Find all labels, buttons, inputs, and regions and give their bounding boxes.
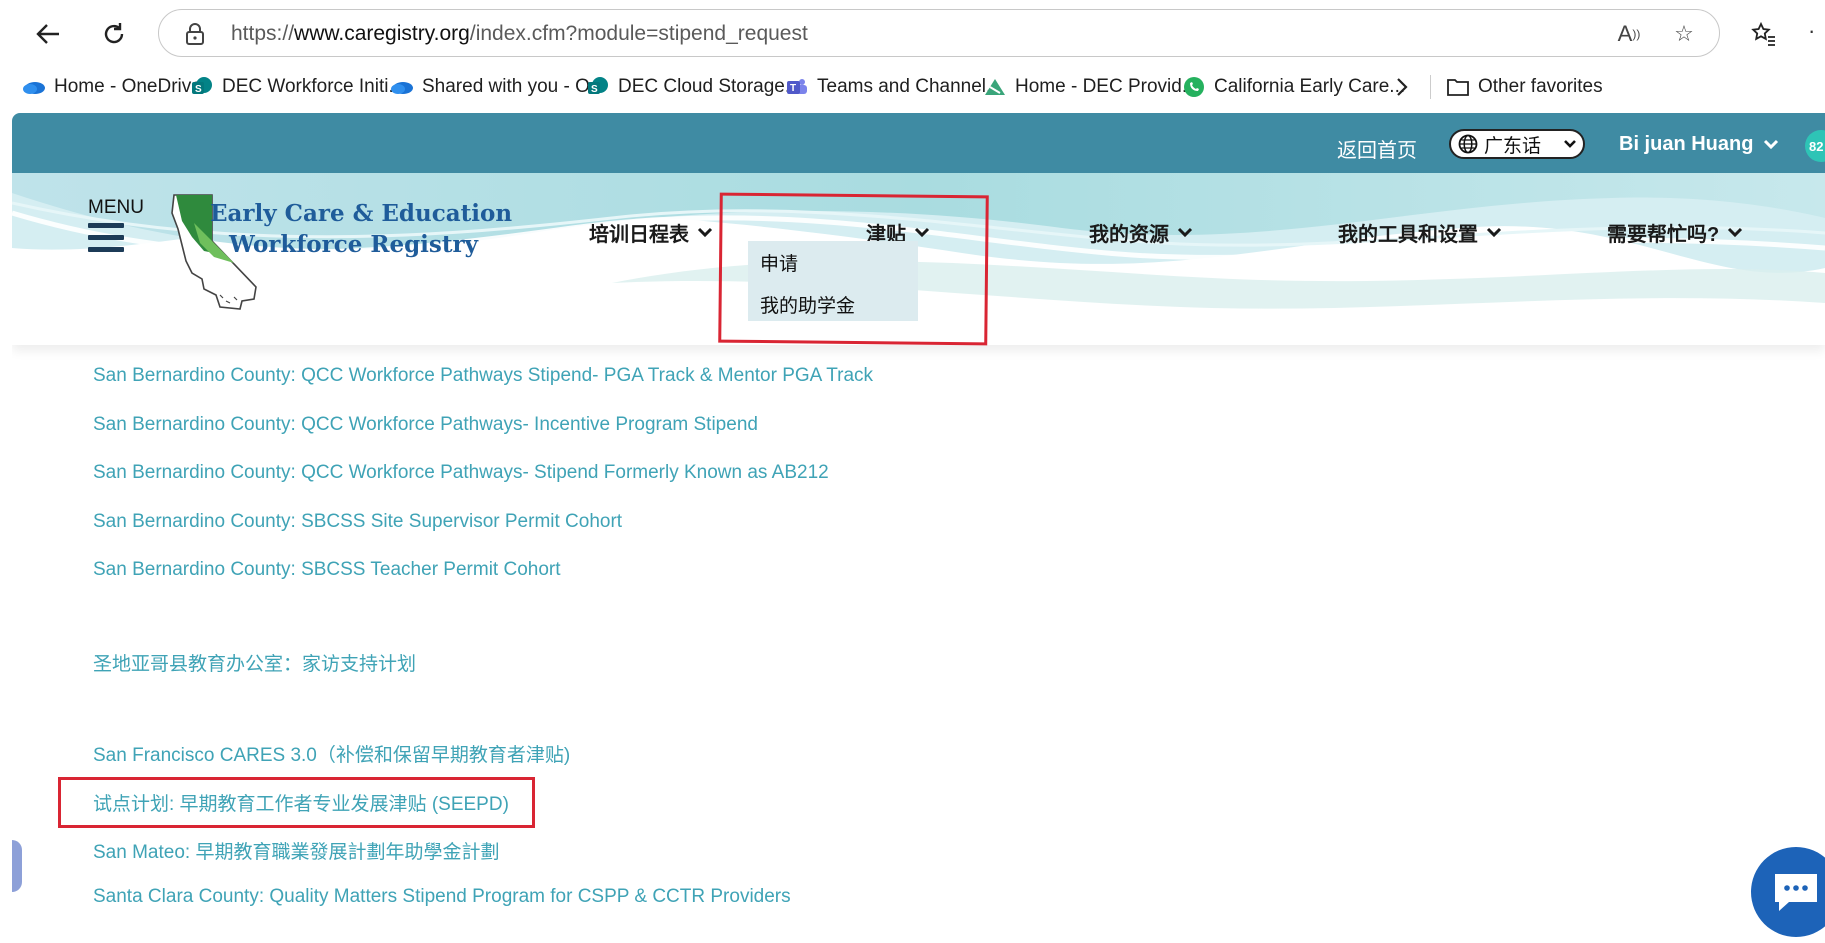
svg-text:S: S	[195, 84, 202, 95]
stipend-link[interactable]: San Bernardino County: SBCSS Site Superv…	[93, 511, 622, 533]
chevron-down-icon	[697, 227, 713, 238]
globe-icon	[1458, 134, 1478, 154]
lock-icon	[186, 23, 204, 45]
onedrive-icon	[390, 75, 414, 99]
bookmarks-divider	[1430, 75, 1431, 99]
stipend-link[interactable]: San Bernardino County: QCC Workforce Pat…	[93, 462, 829, 484]
nav-my-resources[interactable]: 我的资源	[1089, 218, 1193, 247]
website-viewport: 返回首页 广东话 Bi juan Huang 82 MENU Early Car…	[12, 113, 1825, 943]
side-tab[interactable]	[12, 840, 22, 892]
sharepoint-icon: S	[190, 75, 214, 99]
stipend-link[interactable]: 圣地亚哥县教育办公室：家访支持计划	[93, 649, 416, 676]
read-aloud-icon[interactable]: A))	[1614, 19, 1644, 49]
notification-badge[interactable]: 82	[1805, 130, 1825, 162]
bookmark-teams[interactable]: T Teams and Channel...	[785, 72, 1002, 102]
language-select[interactable]: 广东话	[1449, 129, 1585, 159]
stipend-link[interactable]: San Bernardino County: QCC Workforce Pat…	[93, 365, 873, 387]
teams-icon: T	[785, 75, 809, 99]
stipend-link[interactable]: San Francisco CARES 3.0（补偿和保留早期教育者津贴)	[93, 740, 570, 767]
svg-text:S: S	[591, 84, 598, 95]
stipend-link[interactable]: San Bernardino County: SBCSS Teacher Per…	[93, 559, 561, 581]
chat-icon	[1775, 874, 1817, 911]
dec-icon	[983, 75, 1007, 99]
favorites-icon[interactable]	[1743, 14, 1783, 54]
refresh-button[interactable]	[94, 14, 134, 54]
bookmarks-bar: Home - OneDrive S DEC Workforce Initi...…	[0, 66, 1825, 108]
stipend-link[interactable]: San Mateo: 早期教育職業發展計劃年助學金計劃	[93, 837, 499, 864]
nav-need-help[interactable]: 需要帮忙吗?	[1607, 218, 1743, 247]
nav-my-tools-settings[interactable]: 我的工具和设置	[1338, 218, 1502, 247]
site-topbar: 返回首页 广东话 Bi juan Huang 82	[12, 113, 1825, 173]
hamburger-menu-icon[interactable]	[88, 223, 124, 259]
whatsapp-icon	[1182, 75, 1206, 99]
site-logo-text[interactable]: Early Care & Education Workforce Registr…	[210, 198, 512, 260]
bookmark-dec-provider[interactable]: Home - DEC Provid...	[983, 72, 1198, 102]
highlight-box-stipend-menu	[718, 192, 989, 346]
bookmark-other-favorites[interactable]: Other favorites	[1446, 72, 1603, 102]
address-bar[interactable]: https://www.caregistry.org/index.cfm?mod…	[158, 9, 1720, 57]
bookmarks-overflow-chevron-icon[interactable]	[1394, 72, 1410, 102]
home-link[interactable]: 返回首页	[1337, 134, 1417, 163]
svg-text:T: T	[790, 83, 796, 94]
chevron-down-icon	[1728, 227, 1743, 238]
url-text[interactable]: https://www.caregistry.org/index.cfm?mod…	[231, 22, 808, 46]
chat-button[interactable]	[1751, 847, 1825, 937]
back-arrow-icon	[36, 24, 59, 44]
user-menu[interactable]: Bi juan Huang	[1619, 133, 1779, 156]
bookmark-dec-workforce[interactable]: S DEC Workforce Initi...	[190, 72, 404, 102]
refresh-icon	[104, 23, 124, 44]
bookmark-shared-with-you[interactable]: Shared with you - O...	[390, 72, 606, 102]
folder-icon	[1446, 75, 1470, 99]
more-icon[interactable]: ·	[1808, 18, 1817, 44]
bookmark-onedrive-home[interactable]: Home - OneDrive	[22, 72, 202, 102]
chevron-down-icon	[1564, 140, 1576, 148]
menu-label[interactable]: MENU	[88, 197, 144, 219]
sharepoint-icon: S	[586, 75, 610, 99]
chevron-down-icon	[1177, 227, 1193, 238]
chevron-down-icon	[1764, 139, 1779, 150]
stipend-link[interactable]: San Bernardino County: QCC Workforce Pat…	[93, 414, 758, 436]
chevron-down-icon	[1486, 227, 1502, 238]
onedrive-icon	[22, 75, 46, 99]
browser-toolbar: https://www.caregistry.org/index.cfm?mod…	[0, 0, 1825, 66]
stipend-link[interactable]: Santa Clara County: Quality Matters Stip…	[93, 886, 791, 908]
nav-training-calendar[interactable]: 培训日程表	[589, 218, 713, 247]
highlight-box-seepd	[58, 777, 535, 828]
bookmark-california-early-care[interactable]: California Early Care...	[1182, 72, 1405, 102]
bookmark-dec-cloud[interactable]: S DEC Cloud Storage...	[586, 72, 801, 102]
back-button[interactable]	[28, 14, 68, 54]
star-icon[interactable]: ☆	[1669, 19, 1699, 49]
